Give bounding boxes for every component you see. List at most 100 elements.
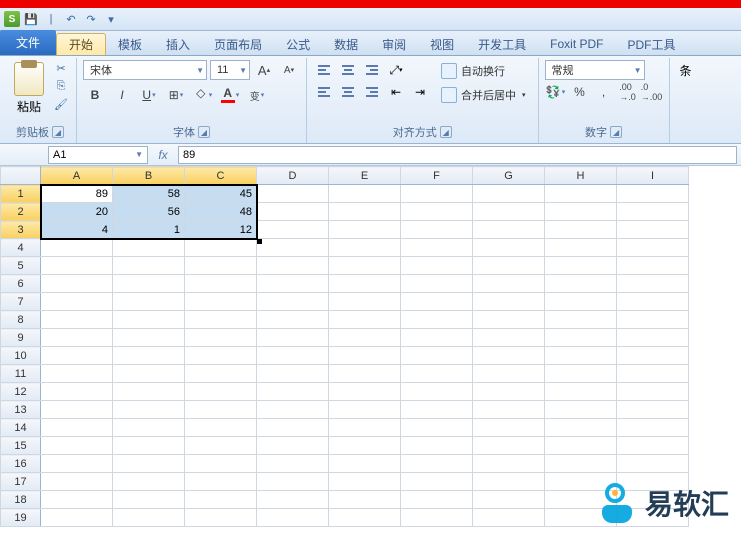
align-right-button[interactable]	[361, 82, 383, 102]
cell[interactable]	[257, 347, 329, 365]
cell[interactable]	[41, 419, 113, 437]
cell[interactable]	[257, 221, 329, 239]
cell[interactable]	[113, 365, 185, 383]
cell[interactable]	[185, 347, 257, 365]
cell[interactable]	[185, 239, 257, 257]
cell[interactable]	[401, 239, 473, 257]
row-header[interactable]: 9	[1, 329, 41, 347]
cell[interactable]	[617, 329, 689, 347]
cell[interactable]	[545, 257, 617, 275]
cell[interactable]	[257, 257, 329, 275]
cell[interactable]	[257, 491, 329, 509]
row-header[interactable]: 16	[1, 455, 41, 473]
col-header[interactable]: F	[401, 167, 473, 185]
cell[interactable]	[401, 383, 473, 401]
cell[interactable]	[473, 473, 545, 491]
clipboard-launcher-icon[interactable]: ◢	[52, 126, 64, 138]
cell[interactable]	[617, 383, 689, 401]
cell[interactable]	[185, 455, 257, 473]
currency-button[interactable]: 💱▾	[545, 82, 567, 102]
cell[interactable]: 45	[185, 185, 257, 203]
cell[interactable]	[185, 275, 257, 293]
cell[interactable]	[113, 509, 185, 527]
cell[interactable]	[473, 437, 545, 455]
cell[interactable]	[401, 509, 473, 527]
cell[interactable]	[473, 491, 545, 509]
cell[interactable]	[473, 347, 545, 365]
cell[interactable]	[257, 203, 329, 221]
cell[interactable]	[41, 347, 113, 365]
underline-button[interactable]: U▾	[137, 84, 161, 106]
indent-dec-button[interactable]: ⇤	[385, 82, 407, 102]
cell[interactable]	[113, 293, 185, 311]
cell[interactable]	[401, 311, 473, 329]
cell[interactable]	[401, 185, 473, 203]
shrink-font-button[interactable]: A▾	[278, 60, 300, 80]
cell[interactable]	[185, 437, 257, 455]
cell[interactable]	[185, 311, 257, 329]
cell[interactable]	[113, 311, 185, 329]
cell[interactable]	[113, 419, 185, 437]
paste-button[interactable]: 粘贴	[10, 60, 48, 117]
cell[interactable]	[113, 455, 185, 473]
cut-icon[interactable]: ✂	[52, 60, 70, 76]
bold-button[interactable]: B	[83, 84, 107, 106]
cell[interactable]: 20	[41, 203, 113, 221]
align-top-button[interactable]	[313, 60, 335, 80]
cell[interactable]	[329, 221, 401, 239]
cell[interactable]: 48	[185, 203, 257, 221]
cell[interactable]	[473, 329, 545, 347]
col-header[interactable]: H	[545, 167, 617, 185]
cell[interactable]	[329, 329, 401, 347]
cell[interactable]	[545, 365, 617, 383]
cell[interactable]	[473, 365, 545, 383]
inc-decimal-button[interactable]: .00→.0	[617, 82, 639, 102]
cell[interactable]	[617, 221, 689, 239]
cell[interactable]	[329, 239, 401, 257]
cell[interactable]	[401, 437, 473, 455]
cell[interactable]	[545, 293, 617, 311]
conditional-format-button[interactable]: 条	[676, 60, 696, 81]
row-header[interactable]: 19	[1, 509, 41, 527]
cell[interactable]	[329, 491, 401, 509]
cell[interactable]	[617, 257, 689, 275]
cell[interactable]	[329, 293, 401, 311]
row-header[interactable]: 12	[1, 383, 41, 401]
row-header[interactable]: 10	[1, 347, 41, 365]
cell[interactable]	[473, 293, 545, 311]
cell[interactable]	[329, 401, 401, 419]
cell[interactable]	[617, 437, 689, 455]
cell[interactable]	[257, 455, 329, 473]
cell[interactable]	[329, 311, 401, 329]
cell[interactable]	[473, 239, 545, 257]
redo-icon[interactable]: ↷	[82, 10, 100, 28]
cell[interactable]	[329, 419, 401, 437]
grow-font-button[interactable]: A▴	[253, 60, 275, 80]
tab-home[interactable]: 开始	[56, 33, 106, 55]
cell[interactable]	[41, 329, 113, 347]
cell[interactable]	[617, 365, 689, 383]
cell[interactable]	[401, 455, 473, 473]
col-header[interactable]: I	[617, 167, 689, 185]
cell[interactable]	[545, 329, 617, 347]
cell[interactable]	[545, 419, 617, 437]
cell[interactable]	[185, 329, 257, 347]
align-center-button[interactable]	[337, 82, 359, 102]
cell[interactable]	[617, 347, 689, 365]
merge-center-button[interactable]: 合并后居中▾	[435, 84, 532, 106]
phonetic-button[interactable]: 变▾	[245, 84, 269, 106]
cell[interactable]	[185, 419, 257, 437]
cell[interactable]	[41, 275, 113, 293]
font-color-button[interactable]: A▾	[218, 84, 242, 106]
tab-template[interactable]: 模板	[106, 33, 154, 55]
cell[interactable]	[41, 383, 113, 401]
cell[interactable]	[545, 239, 617, 257]
tab-review[interactable]: 审阅	[370, 33, 418, 55]
cell[interactable]	[329, 203, 401, 221]
row-header[interactable]: 1	[1, 185, 41, 203]
font-name-combo[interactable]: 宋体▼	[83, 60, 207, 80]
cell[interactable]	[41, 257, 113, 275]
cell[interactable]	[257, 239, 329, 257]
number-launcher-icon[interactable]: ◢	[610, 126, 622, 138]
cell[interactable]	[329, 437, 401, 455]
